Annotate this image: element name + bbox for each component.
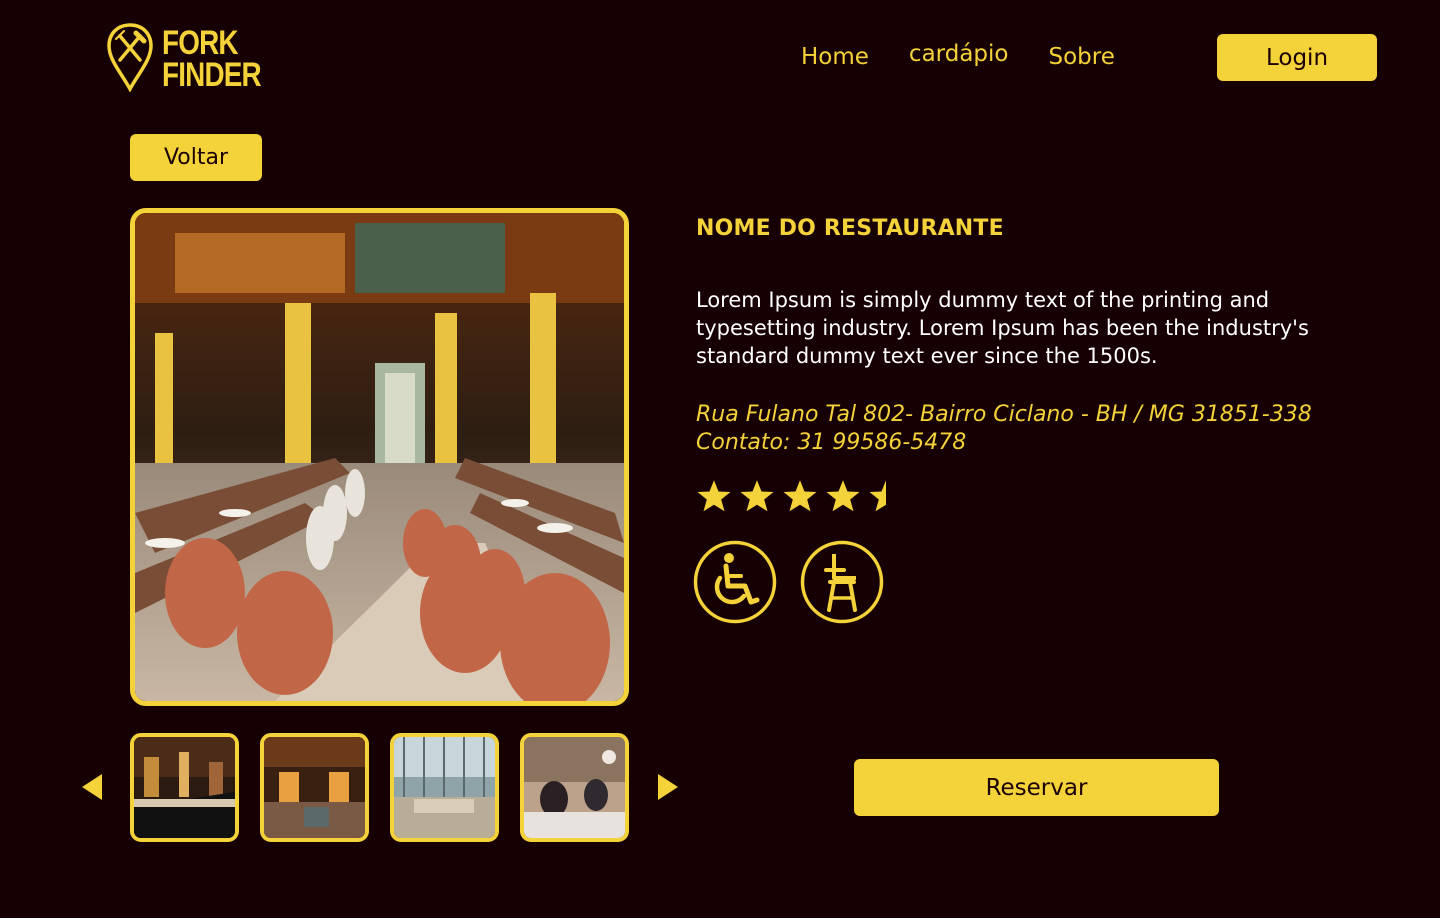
star-full-icon	[782, 478, 818, 514]
brand-line-1: FORK	[162, 24, 239, 62]
gallery-next-arrow-icon[interactable]	[656, 772, 680, 802]
restaurant-contact-block: Rua Fulano Tal 802- Bairro Ciclano - BH …	[696, 401, 1312, 457]
high-chair-icon	[800, 540, 884, 624]
restaurant-contact: Contato: 31 99586-5478	[696, 430, 967, 455]
rating-stars	[696, 478, 904, 514]
nav-sobre[interactable]: Sobre	[1048, 44, 1114, 70]
main-nav: Home cardápio Sobre	[801, 41, 1155, 70]
nav-home[interactable]: Home	[801, 44, 869, 70]
wheelchair-accessible-icon	[693, 540, 777, 624]
gallery-thumbnail-2[interactable]	[260, 733, 369, 842]
restaurant-description: Lorem Ipsum is simply dummy text of the …	[696, 288, 1309, 368]
gallery-thumbnail-4[interactable]	[520, 733, 629, 842]
restaurant-main-photo	[130, 208, 629, 706]
star-full-icon	[696, 478, 732, 514]
reserve-button[interactable]: Reservar	[854, 759, 1219, 816]
brand-logo[interactable]: FORK FINDER	[106, 22, 283, 96]
nav-cardapio[interactable]: cardápio	[909, 41, 1009, 70]
brand-line-2: FINDER	[162, 56, 262, 94]
gallery-prev-arrow-icon[interactable]	[80, 772, 104, 802]
brand-wordmark: FORK FINDER	[162, 24, 262, 94]
gallery-thumbnail-3[interactable]	[390, 733, 499, 842]
login-button[interactable]: Login	[1217, 34, 1377, 81]
star-full-icon	[739, 478, 775, 514]
star-half-icon	[868, 478, 904, 514]
back-button[interactable]: Voltar	[130, 134, 262, 181]
fork-knife-pin-icon	[106, 22, 154, 96]
restaurant-name: NOME DO RESTAURANTE	[696, 216, 1004, 241]
restaurant-address: Rua Fulano Tal 802- Bairro Ciclano - BH …	[696, 402, 1312, 427]
gallery-thumbnail-1[interactable]	[130, 733, 239, 842]
star-full-icon	[825, 478, 861, 514]
